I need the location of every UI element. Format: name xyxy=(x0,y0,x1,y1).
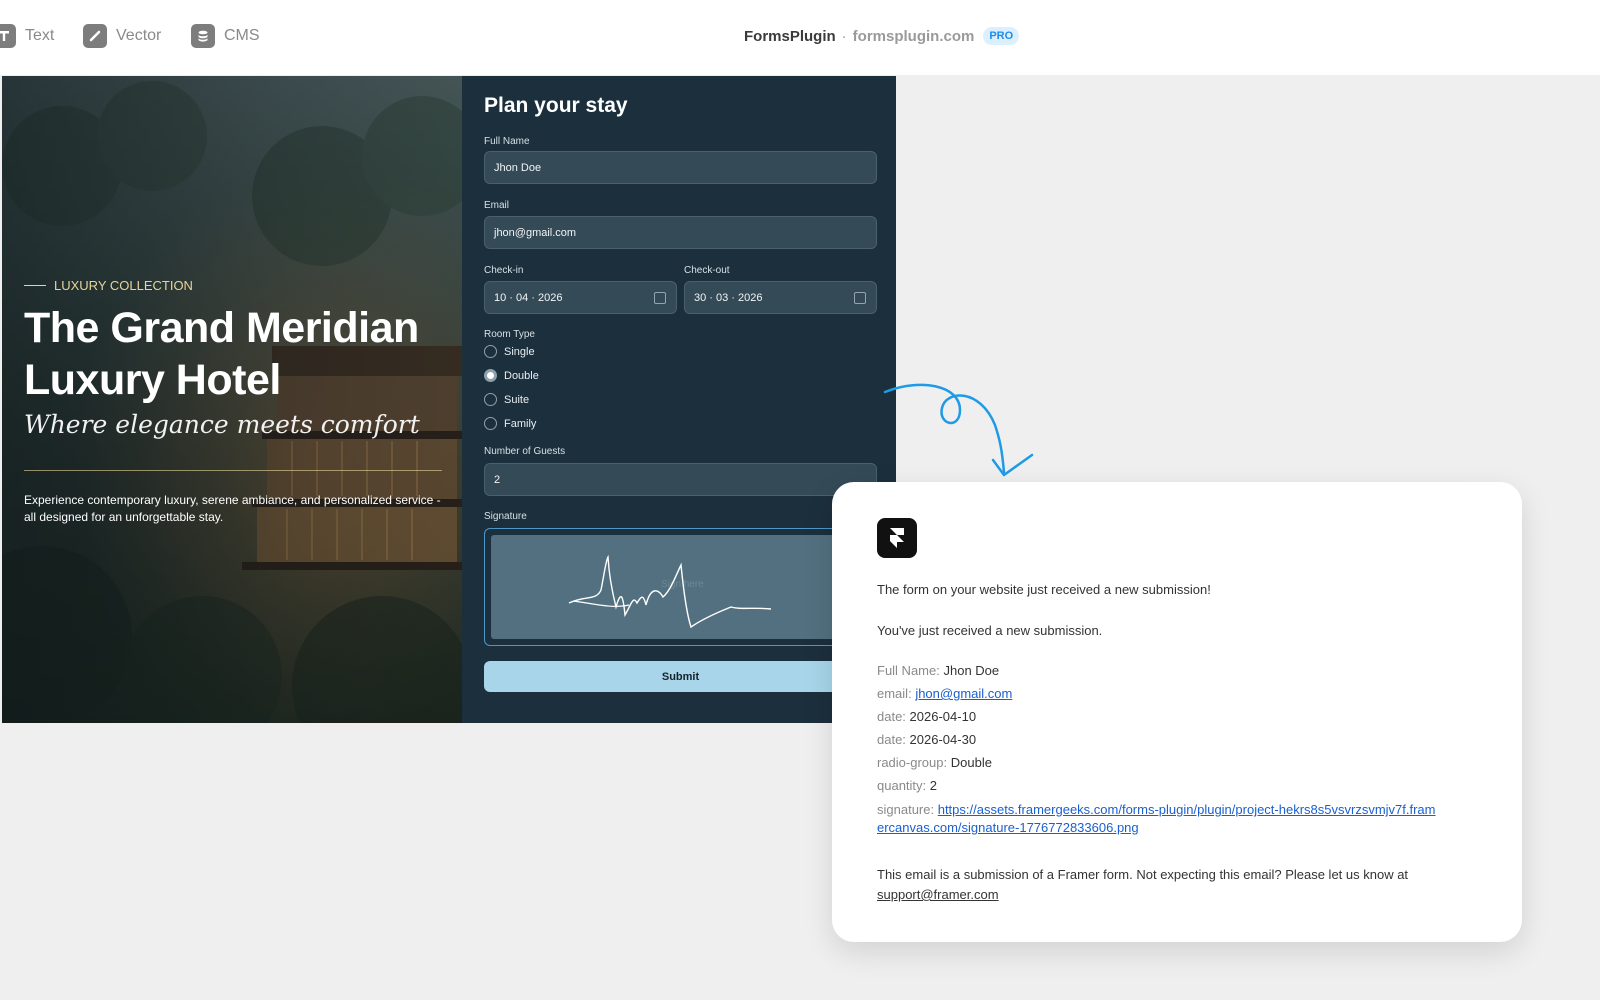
brand-name: FormsPlugin xyxy=(744,27,836,45)
email-label: Email xyxy=(484,200,510,211)
toolbar-cms[interactable]: CMS xyxy=(191,24,260,48)
brand-domain[interactable]: formsplugin.com xyxy=(853,28,975,45)
curved-arrow-icon xyxy=(883,383,1034,477)
field-key: signature: xyxy=(877,802,935,817)
field-value: Double xyxy=(950,755,992,770)
hero-title: The Grand Meridian Luxury Hotel xyxy=(24,304,419,404)
vector-icon xyxy=(83,24,107,48)
email-footer: This email is a submission of a Framer f… xyxy=(877,865,1477,905)
toolbar-text[interactable]: Text xyxy=(0,24,54,48)
field-value: 2026-04-30 xyxy=(909,732,977,747)
field-key: date: xyxy=(877,709,906,724)
field-key: email: xyxy=(877,686,912,701)
field-value: Jhon Doe xyxy=(943,663,1000,678)
email-sub-intro: You've just received a new submission. xyxy=(877,623,1103,638)
checkout-value: 30 · 03 · 2026 xyxy=(694,291,763,304)
email-input[interactable]: jhon@gmail.com xyxy=(484,216,877,249)
eyebrow-line xyxy=(24,285,46,286)
top-toolbar: Text Vector CMS FormsPlugin · formsplugi… xyxy=(0,0,1600,75)
calendar-icon[interactable] xyxy=(854,292,866,304)
email-intro: The form on your website just received a… xyxy=(877,582,1211,597)
checkin-input[interactable]: 10 · 04 · 2026 xyxy=(484,281,677,314)
radio-suite-label: Suite xyxy=(504,393,530,406)
radio-family-label: Family xyxy=(504,417,537,430)
checkout-label: Check-out xyxy=(684,265,730,276)
full-name-value: Jhon Doe xyxy=(494,161,542,174)
full-name-input[interactable]: Jhon Doe xyxy=(484,151,877,184)
full-name-label: Full Name xyxy=(484,136,530,147)
field-signature: signature: https://assets.framergeeks.co… xyxy=(877,801,1437,837)
field-value: 2026-04-10 xyxy=(909,709,977,724)
radio-double-label: Double xyxy=(504,369,539,382)
signature-pad[interactable]: Sign here ✓ Up xyxy=(491,535,870,639)
toolbar-text-label: Text xyxy=(25,27,55,44)
radio-circle[interactable] xyxy=(484,393,497,406)
field-date-checkout: date: 2026-04-30 xyxy=(877,732,976,747)
submit-button[interactable]: Submit xyxy=(484,661,877,692)
field-email: email: jhon@gmail.com xyxy=(877,686,1012,701)
form-title: Plan your stay xyxy=(484,94,628,117)
framer-logo-icon xyxy=(877,518,917,558)
hero-eyebrow: LUXURY COLLECTION xyxy=(24,278,193,293)
guests-value: 2 xyxy=(494,473,501,486)
pro-badge: PRO xyxy=(983,27,1020,45)
footer-text: This email is a submission of a Framer f… xyxy=(877,867,1409,882)
brand: FormsPlugin · formsplugin.com PRO xyxy=(744,27,1020,45)
radio-suite[interactable]: Suite xyxy=(484,393,529,406)
field-quantity: quantity: 2 xyxy=(877,778,937,793)
guests-label: Number of Guests xyxy=(484,446,566,457)
field-date-checkin: date: 2026-04-10 xyxy=(877,709,976,724)
checkin-label: Check-in xyxy=(484,265,524,276)
support-link[interactable]: support@framer.com xyxy=(877,887,999,902)
field-key: radio-group: xyxy=(877,755,948,770)
room-type-label: Room Type xyxy=(484,329,535,340)
booking-form: Plan your stay Full Name Jhon Doe Email … xyxy=(462,76,896,723)
field-full-name: Full Name: Jhon Doe xyxy=(877,663,999,678)
brand-separator: · xyxy=(841,27,847,45)
checkin-value: 10 · 04 · 2026 xyxy=(494,291,563,304)
signature-link[interactable]: https://assets.framergeeks.com/forms-plu… xyxy=(877,802,1436,835)
email-notification-card: The form on your website just received a… xyxy=(832,482,1522,942)
signature-box[interactable]: Sign here ✓ Up xyxy=(484,528,877,646)
email-link[interactable]: jhon@gmail.com xyxy=(915,686,1012,701)
hero-divider xyxy=(24,470,442,471)
radio-circle[interactable] xyxy=(484,417,497,430)
text-icon xyxy=(0,24,16,48)
field-key: Full Name: xyxy=(877,663,940,678)
hero-panel: LUXURY COLLECTION The Grand Meridian Lux… xyxy=(2,76,462,723)
email-value: jhon@gmail.com xyxy=(494,226,577,239)
field-radio-group: radio-group: Double xyxy=(877,755,992,770)
radio-single-label: Single xyxy=(504,345,535,358)
checkout-input[interactable]: 30 · 03 · 2026 xyxy=(684,281,877,314)
signature-stroke xyxy=(568,554,772,629)
eyebrow-text: LUXURY COLLECTION xyxy=(54,278,193,293)
toolbar-vector[interactable]: Vector xyxy=(83,24,161,48)
radio-family[interactable]: Family xyxy=(484,417,536,430)
toolbar-cms-label: CMS xyxy=(224,27,260,44)
radio-circle[interactable] xyxy=(484,345,497,358)
signature-label: Signature xyxy=(484,511,527,522)
field-value: 2 xyxy=(929,778,938,793)
hero-tagline: Where elegance meets comfort xyxy=(24,410,420,439)
cms-icon xyxy=(191,24,215,48)
guests-input[interactable]: 2 xyxy=(484,463,877,496)
radio-circle-selected[interactable] xyxy=(484,369,497,382)
radio-double[interactable]: Double xyxy=(484,369,539,382)
toolbar-vector-label: Vector xyxy=(116,27,162,44)
field-key: quantity: xyxy=(877,778,927,793)
radio-single[interactable]: Single xyxy=(484,345,535,358)
hero-description: Experience contemporary luxury, serene a… xyxy=(24,493,441,524)
field-key: date: xyxy=(877,732,906,747)
calendar-icon[interactable] xyxy=(654,292,666,304)
